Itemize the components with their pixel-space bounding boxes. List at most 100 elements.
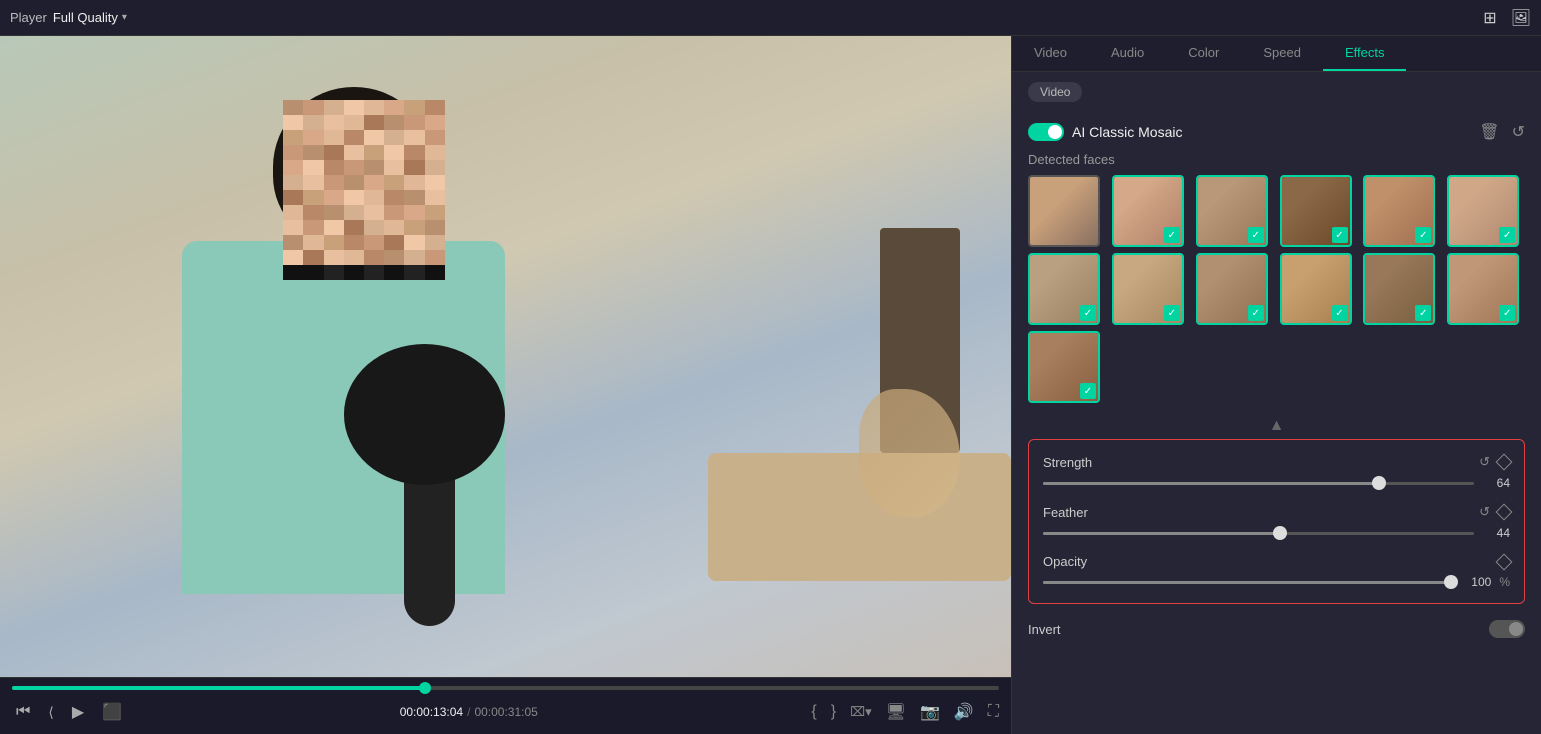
- video-frame: [0, 36, 1011, 677]
- delete-icon[interactable]: 🗑: [1479, 122, 1499, 142]
- face-thumbnail-5[interactable]: ✓: [1363, 175, 1435, 247]
- play-button[interactable]: ▶: [68, 698, 88, 726]
- face-thumbnail-12[interactable]: ✓: [1447, 253, 1519, 325]
- feather-slider[interactable]: [1043, 532, 1474, 535]
- face-check-11: ✓: [1415, 305, 1431, 321]
- face-thumbnail-11[interactable]: ✓: [1363, 253, 1435, 325]
- invert-row: Invert: [1028, 614, 1525, 644]
- face-thumbnail-4[interactable]: ✓: [1280, 175, 1352, 247]
- total-time: 00:00:31:05: [474, 705, 537, 719]
- face-check-10: ✓: [1332, 305, 1348, 321]
- face-thumbnail-10[interactable]: ✓: [1280, 253, 1352, 325]
- face-thumbnail-2[interactable]: ✓: [1112, 175, 1184, 247]
- collapse-icon: ▲: [1269, 417, 1285, 435]
- face-thumbnail-7[interactable]: ✓: [1028, 253, 1100, 325]
- reset-icon[interactable]: ↺: [1512, 122, 1525, 142]
- strength-fill: [1043, 482, 1379, 485]
- opacity-fill: [1043, 581, 1451, 584]
- top-bar-right: ⊞ 🖼: [1483, 8, 1531, 28]
- strength-slider[interactable]: [1043, 482, 1474, 485]
- feather-keyframe-icon[interactable]: [1496, 504, 1513, 521]
- opacity-unit: %: [1499, 575, 1510, 589]
- face-thumbnail-1[interactable]: [1028, 175, 1100, 247]
- controls-row: ⏮ ⟨ ▶ ⬛ 00:00:13:04 / 00:00:31:05 { } ⌧▾…: [12, 698, 999, 726]
- strength-thumb[interactable]: [1372, 476, 1386, 490]
- feather-fill: [1043, 532, 1280, 535]
- opacity-keyframe-icon[interactable]: [1496, 553, 1513, 570]
- face-check-2: ✓: [1164, 227, 1180, 243]
- parameters-box: Strength ↺ 64: [1028, 439, 1525, 604]
- opacity-thumb[interactable]: [1444, 575, 1458, 589]
- progress-fill: [12, 686, 425, 690]
- tab-color[interactable]: Color: [1166, 36, 1241, 71]
- face-thumbnail-3[interactable]: ✓: [1196, 175, 1268, 247]
- player-label: Player: [10, 10, 47, 25]
- face-thumbnail-13[interactable]: ✓: [1028, 331, 1100, 403]
- effect-toggle[interactable]: [1028, 123, 1064, 141]
- quality-label: Full Quality: [53, 10, 118, 25]
- opacity-controls: [1498, 556, 1510, 568]
- bracket-close-icon[interactable]: }: [831, 703, 836, 721]
- face-check-7: ✓: [1080, 305, 1096, 321]
- stop-button[interactable]: ⬛: [98, 698, 126, 726]
- time-divider: /: [467, 705, 470, 719]
- right-panel: Video Audio Color Speed Effects Video: [1011, 36, 1541, 734]
- effect-toggle-row: AI Classic Mosaic: [1028, 123, 1182, 141]
- top-bar: Player Full Quality ▾ ⊞ 🖼: [0, 0, 1541, 36]
- video-panel: ⏮ ⟨ ▶ ⬛ 00:00:13:04 / 00:00:31:05 { } ⌧▾…: [0, 36, 1011, 734]
- bracket-open-icon[interactable]: {: [811, 703, 816, 721]
- face-thumbnail-9[interactable]: ✓: [1196, 253, 1268, 325]
- tab-video[interactable]: Video: [1012, 36, 1089, 71]
- face-thumbnail-6[interactable]: ✓: [1447, 175, 1519, 247]
- progress-bar[interactable]: [12, 686, 999, 690]
- face-thumbnail-8[interactable]: ✓: [1112, 253, 1184, 325]
- step-back-button[interactable]: ⟨: [44, 700, 57, 725]
- opacity-value-row: 100 %: [1043, 575, 1510, 589]
- video-badge: Video: [1028, 82, 1082, 102]
- feather-param: Feather ↺ 44: [1043, 504, 1510, 540]
- opacity-header: Opacity: [1043, 554, 1510, 569]
- strength-header: Strength ↺: [1043, 454, 1510, 470]
- invert-toggle[interactable]: [1489, 620, 1525, 638]
- face-check-8: ✓: [1164, 305, 1180, 321]
- rewind-button[interactable]: ⏮: [12, 699, 34, 725]
- feather-controls: ↺: [1479, 504, 1510, 520]
- feather-value: 44: [1482, 526, 1510, 540]
- feather-label: Feather: [1043, 505, 1088, 520]
- detected-faces-label: Detected faces: [1028, 152, 1525, 167]
- opacity-slider[interactable]: [1043, 581, 1455, 584]
- volume-icon[interactable]: 🔊: [954, 702, 974, 722]
- effect-name: AI Classic Mosaic: [1072, 124, 1182, 140]
- tabs-bar: Video Audio Color Speed Effects: [1012, 36, 1541, 72]
- effect-header: AI Classic Mosaic 🗑 ↺: [1028, 122, 1525, 142]
- mosaic-overlay: [283, 100, 445, 279]
- face-check-5: ✓: [1415, 227, 1431, 243]
- face-check-4: ✓: [1332, 227, 1348, 243]
- progress-thumb[interactable]: [419, 682, 431, 694]
- timeline-area: ⏮ ⟨ ▶ ⬛ 00:00:13:04 / 00:00:31:05 { } ⌧▾…: [0, 677, 1011, 734]
- feather-thumb[interactable]: [1273, 526, 1287, 540]
- split-icon[interactable]: ⌧▾: [850, 704, 872, 720]
- fullscreen-icon[interactable]: ⛶: [988, 703, 999, 721]
- current-time: 00:00:13:04: [400, 705, 463, 719]
- transport-controls: ⏮ ⟨ ▶ ⬛: [12, 698, 126, 726]
- tab-effects[interactable]: Effects: [1323, 36, 1407, 71]
- strength-label: Strength: [1043, 455, 1092, 470]
- strength-reset-icon[interactable]: ↺: [1479, 454, 1490, 470]
- strength-value-row: 64: [1043, 476, 1510, 490]
- grid-icon[interactable]: ⊞: [1483, 8, 1496, 28]
- feather-value-row: 44: [1043, 526, 1510, 540]
- collapse-row[interactable]: ▲: [1028, 413, 1525, 439]
- feather-reset-icon[interactable]: ↺: [1479, 504, 1490, 520]
- strength-keyframe-icon[interactable]: [1496, 454, 1513, 471]
- tab-audio[interactable]: Audio: [1089, 36, 1166, 71]
- image-icon[interactable]: 🖼: [1511, 8, 1531, 28]
- monitor-icon[interactable]: 🖥: [886, 702, 906, 722]
- quality-dropdown[interactable]: Full Quality ▾: [53, 10, 127, 25]
- tab-speed[interactable]: Speed: [1241, 36, 1323, 71]
- strength-controls: ↺: [1479, 454, 1510, 470]
- chevron-down-icon: ▾: [122, 12, 127, 23]
- invert-toggle-knob: [1509, 622, 1523, 636]
- video-area: [0, 36, 1011, 677]
- camera-icon[interactable]: 📷: [920, 702, 940, 722]
